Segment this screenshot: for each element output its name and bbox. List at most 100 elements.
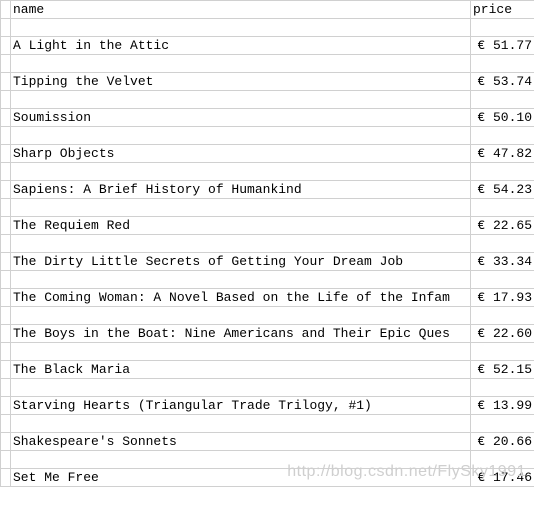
gutter-cell [1,253,11,271]
table-row: The Black Maria€ 52.15 [1,361,534,379]
table-row: Shakespeare's Sonnets€ 20.66 [1,433,534,451]
empty-cell[interactable] [471,235,534,253]
empty-row [1,199,534,217]
empty-cell[interactable] [11,343,471,361]
empty-row [1,163,534,181]
cell-price[interactable]: € 13.99 [471,397,534,415]
empty-cell[interactable] [11,379,471,397]
gutter-cell [1,217,11,235]
empty-cell[interactable] [11,91,471,109]
cell-name[interactable]: Soumission [11,109,471,127]
gutter-cell [1,271,11,289]
cell-price[interactable]: € 17.93 [471,289,534,307]
cell-price[interactable]: € 22.60 [471,325,534,343]
empty-cell[interactable] [471,127,534,145]
cell-price[interactable]: € 52.15 [471,361,534,379]
cell-price[interactable]: € 47.82 [471,145,534,163]
table-row: Soumission€ 50.10 [1,109,534,127]
gutter-cell [1,1,11,19]
cell-name[interactable]: The Coming Woman: A Novel Based on the L… [11,289,471,307]
empty-row [1,415,534,433]
cell-price[interactable]: € 20.66 [471,433,534,451]
cell-price[interactable]: € 17.46 [471,469,534,487]
empty-row [1,55,534,73]
empty-cell[interactable] [471,415,534,433]
cell-name[interactable]: A Light in the Attic [11,37,471,55]
cell-price[interactable]: € 53.74 [471,73,534,91]
empty-row [1,271,534,289]
empty-cell[interactable] [471,19,534,37]
cell-price[interactable]: € 51.77 [471,37,534,55]
gutter-cell [1,181,11,199]
cell-name[interactable]: The Black Maria [11,361,471,379]
empty-cell[interactable] [11,163,471,181]
empty-cell[interactable] [471,199,534,217]
cell-name[interactable]: The Dirty Little Secrets of Getting Your… [11,253,471,271]
gutter-cell [1,91,11,109]
empty-cell[interactable] [471,163,534,181]
table-row: A Light in the Attic€ 51.77 [1,37,534,55]
gutter-cell [1,73,11,91]
empty-cell[interactable] [471,271,534,289]
gutter-cell [1,19,11,37]
cell-price[interactable]: € 33.34 [471,253,534,271]
cell-name[interactable]: Sapiens: A Brief History of Humankind [11,181,471,199]
empty-cell[interactable] [471,91,534,109]
empty-row [1,379,534,397]
empty-cell[interactable] [11,307,471,325]
gutter-cell [1,397,11,415]
gutter-cell [1,37,11,55]
empty-cell[interactable] [11,235,471,253]
empty-cell[interactable] [11,199,471,217]
empty-row [1,91,534,109]
empty-cell[interactable] [11,415,471,433]
empty-cell[interactable] [11,271,471,289]
cell-price[interactable]: € 22.65 [471,217,534,235]
empty-cell[interactable] [11,127,471,145]
gutter-cell [1,325,11,343]
empty-cell[interactable] [471,343,534,361]
gutter-cell [1,307,11,325]
table-row: Starving Hearts (Triangular Trade Trilog… [1,397,534,415]
empty-cell[interactable] [11,55,471,73]
empty-cell[interactable] [471,379,534,397]
cell-name[interactable]: Shakespeare's Sonnets [11,433,471,451]
table-row: Tipping the Velvet€ 53.74 [1,73,534,91]
gutter-cell [1,289,11,307]
empty-row [1,19,534,37]
empty-cell[interactable] [471,55,534,73]
empty-cell[interactable] [471,307,534,325]
gutter-cell [1,379,11,397]
table-row: The Requiem Red€ 22.65 [1,217,534,235]
gutter-cell [1,343,11,361]
empty-row [1,127,534,145]
gutter-cell [1,433,11,451]
spreadsheet-table: name price A Light in the Attic€ 51.77Ti… [0,0,534,487]
gutter-cell [1,55,11,73]
header-price[interactable]: price [471,1,534,19]
empty-row [1,343,534,361]
table-row: Set Me Free€ 17.46 [1,469,534,487]
cell-name[interactable]: Tipping the Velvet [11,73,471,91]
header-row: name price [1,1,534,19]
empty-cell[interactable] [11,19,471,37]
cell-name[interactable]: The Requiem Red [11,217,471,235]
gutter-cell [1,109,11,127]
gutter-cell [1,451,11,469]
empty-row [1,307,534,325]
empty-row [1,235,534,253]
cell-price[interactable]: € 54.23 [471,181,534,199]
header-name[interactable]: name [11,1,471,19]
cell-name[interactable]: Sharp Objects [11,145,471,163]
cell-name[interactable]: Set Me Free [11,469,471,487]
table-row: The Dirty Little Secrets of Getting Your… [1,253,534,271]
empty-cell[interactable] [471,451,534,469]
gutter-cell [1,361,11,379]
empty-row [1,451,534,469]
cell-name[interactable]: Starving Hearts (Triangular Trade Trilog… [11,397,471,415]
empty-cell[interactable] [11,451,471,469]
table-row: Sharp Objects€ 47.82 [1,145,534,163]
cell-price[interactable]: € 50.10 [471,109,534,127]
cell-name[interactable]: The Boys in the Boat: Nine Americans and… [11,325,471,343]
gutter-cell [1,163,11,181]
